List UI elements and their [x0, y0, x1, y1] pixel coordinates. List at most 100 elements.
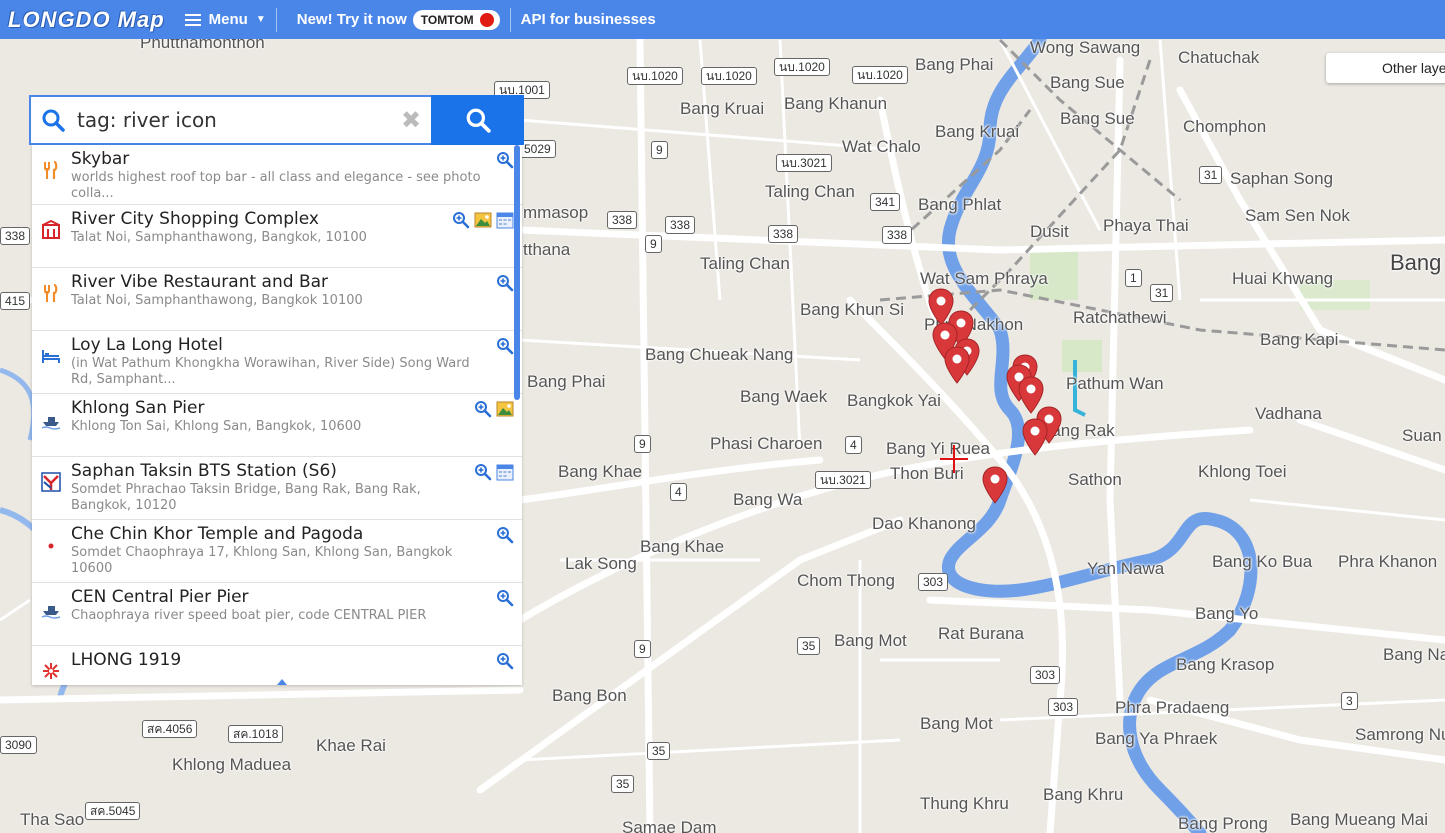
- zoom-icon[interactable]: [496, 151, 514, 169]
- menu-button[interactable]: Menu ▼: [184, 11, 266, 28]
- restaurant-icon: [40, 282, 62, 304]
- search-result-item[interactable]: Che Chin Khor Temple and Pagoda Somdet Ch…: [32, 520, 522, 583]
- clear-search-icon[interactable]: ✖: [391, 106, 431, 134]
- result-name[interactable]: Che Chin Khor Temple and Pagoda: [71, 523, 482, 545]
- bts-icon: [40, 471, 62, 493]
- result-actions: [496, 337, 514, 355]
- zoom-icon[interactable]: [496, 526, 514, 544]
- result-name[interactable]: Skybar: [71, 148, 482, 170]
- road-number-shield: 35: [797, 637, 821, 655]
- map-place-label: Bang Krasop: [1176, 655, 1275, 674]
- result-name[interactable]: Loy La Long Hotel: [71, 334, 482, 356]
- road-number-shield: 338: [768, 225, 799, 243]
- zoom-icon[interactable]: [496, 274, 514, 292]
- tomtom-badge[interactable]: TOMTOM: [412, 9, 500, 30]
- calendar-icon[interactable]: [496, 211, 514, 229]
- map-place-label: Tha Sao: [20, 810, 85, 829]
- dot-icon: [40, 534, 62, 556]
- result-name[interactable]: CEN Central Pier Pier: [71, 586, 482, 608]
- map-place-label: Chomphon: [1183, 117, 1267, 136]
- zoom-icon[interactable]: [452, 211, 470, 229]
- other-layers-button[interactable]: Other layers: [1326, 53, 1445, 83]
- map-place-label: Sathon: [1068, 470, 1122, 489]
- pier-icon: [40, 597, 62, 619]
- result-name[interactable]: Khlong San Pier: [71, 397, 482, 419]
- map-place-label: Khlong Maduea: [172, 755, 292, 774]
- search-result-item[interactable]: Khlong San Pier Khlong Ton Sai, Khlong Sa…: [32, 394, 522, 457]
- zoom-icon[interactable]: [474, 400, 492, 418]
- map-place-label: Phra Khanon: [1338, 552, 1438, 571]
- calendar-icon[interactable]: [496, 463, 514, 481]
- map-place-label: Bang Chueak Nang: [645, 345, 794, 364]
- caret-down-icon: ▼: [255, 14, 266, 25]
- map-place-label: Thung Khru: [920, 794, 1009, 813]
- photo-icon[interactable]: [496, 400, 514, 418]
- map-place-label: Bang Na: [1383, 645, 1445, 664]
- map-place-label: Ratchathewi: [1073, 308, 1167, 327]
- photo-icon[interactable]: [474, 211, 492, 229]
- pier-icon: [40, 408, 62, 430]
- results-scrollbar[interactable]: [514, 145, 520, 400]
- road-number-shield: 1: [1125, 269, 1142, 287]
- map-place-label: Bang: [1390, 250, 1442, 275]
- road-number-shield: สค.5045: [85, 802, 141, 820]
- map-place-label: Bang Ko Bua: [1212, 552, 1313, 571]
- road-number-shield: 303: [1048, 698, 1079, 716]
- road-number-shield: 31: [1150, 284, 1174, 302]
- search-input[interactable]: [75, 107, 391, 133]
- map-pin-icon[interactable]: [1022, 418, 1048, 456]
- zoom-icon[interactable]: [496, 652, 514, 670]
- map-place-label: Bang Phai: [915, 55, 994, 74]
- map-place-label: Rat Burana: [938, 624, 1024, 643]
- road-number-shield: สค.4056: [142, 720, 198, 738]
- map-place-label: Samrong Nue: [1355, 725, 1445, 744]
- search-result-item[interactable]: CEN Central Pier Pier Chaophraya river sp…: [32, 583, 522, 646]
- scroll-up-arrow-icon[interactable]: [277, 679, 287, 685]
- road-number-shield: 338: [882, 226, 913, 244]
- map-place-label: Bang Khae: [640, 537, 725, 556]
- map-pin-icon[interactable]: [944, 346, 970, 384]
- map-place-label: Phaya Thai: [1103, 216, 1189, 235]
- map-place-label: Sam Sen Nok: [1245, 206, 1350, 225]
- road-number-shield: 35: [611, 775, 635, 793]
- map-place-label: Bang Yi Ruea: [886, 439, 990, 458]
- road-number-shield: 338: [607, 211, 638, 229]
- road-number-shield: 4: [845, 436, 862, 454]
- map-place-label: Bang Waek: [740, 387, 828, 406]
- search-icon: [466, 108, 491, 133]
- result-name[interactable]: River Vibe Restaurant and Bar: [71, 271, 482, 293]
- search-result-item[interactable]: River City Shopping Complex Talat Noi, Sa…: [32, 205, 522, 268]
- road-number-shield: นบ.1020: [774, 58, 830, 76]
- result-name[interactable]: River City Shopping Complex: [71, 208, 482, 230]
- map-place-label: Suan: [1402, 426, 1442, 445]
- map-place-label: tthana: [523, 240, 571, 259]
- api-for-businesses-link[interactable]: API for businesses: [521, 11, 656, 28]
- map-place-label: Chom Thong: [797, 571, 895, 590]
- result-actions: [496, 274, 514, 292]
- result-address: Somdet Phrachao Taksin Bridge, Bang Rak,…: [71, 482, 421, 513]
- map-pin-icon[interactable]: [982, 466, 1008, 504]
- result-name[interactable]: LHONG 1919: [71, 649, 482, 671]
- longdo-logo[interactable]: LONGDO Map: [8, 7, 165, 33]
- search-results-list[interactable]: Skybar worlds highest roof top bar - all …: [32, 145, 522, 685]
- road-number-shield: 4: [670, 483, 687, 501]
- result-name[interactable]: Saphan Taksin BTS Station (S6): [71, 460, 482, 482]
- zoom-icon[interactable]: [496, 589, 514, 607]
- road-number-shield: 5029: [519, 140, 556, 158]
- search-result-item[interactable]: Skybar worlds highest roof top bar - all …: [32, 145, 522, 205]
- result-address: Somdet Chaophraya 17, Khlong San, Khlong…: [71, 545, 453, 576]
- result-address: Chaophraya river speed boat pier, code C…: [71, 608, 427, 623]
- search-result-item[interactable]: River Vibe Restaurant and Bar Talat Noi, …: [32, 268, 522, 331]
- search-result-item[interactable]: Saphan Taksin BTS Station (S6) Somdet Phr…: [32, 457, 522, 520]
- zoom-icon[interactable]: [474, 463, 492, 481]
- hamburger-icon: [184, 13, 201, 26]
- promo-text[interactable]: New! Try it now: [297, 11, 407, 28]
- map-place-label: Bang Khru: [1043, 785, 1124, 804]
- menu-label: Menu: [208, 11, 248, 28]
- result-actions: [496, 589, 514, 607]
- map-place-label: Bang Kruai: [935, 122, 1020, 141]
- search-result-item[interactable]: Loy La Long Hotel (in Wat Pathum Khongkha…: [32, 331, 522, 394]
- map-place-label: Bang Prong: [1178, 814, 1268, 833]
- zoom-icon[interactable]: [496, 337, 514, 355]
- search-submit-button[interactable]: [431, 95, 524, 145]
